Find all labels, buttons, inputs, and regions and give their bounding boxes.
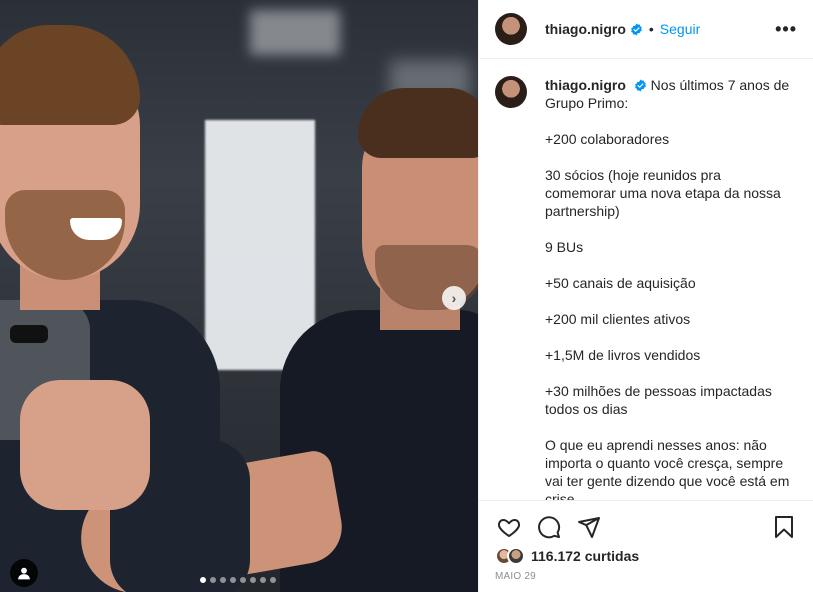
carousel-dot [270, 577, 276, 583]
heart-icon [497, 519, 521, 537]
carousel-dot [250, 577, 256, 583]
caption-text: +200 colaboradores [545, 131, 670, 147]
carousel-dot [240, 577, 246, 583]
post-details-panel: thiago.nigro • Seguir ••• thiago.nigro N… [478, 0, 813, 592]
chevron-right-icon: › [451, 290, 457, 306]
action-bar [495, 513, 798, 541]
caption-text: O que eu aprendi nesses anos: não import… [545, 437, 790, 500]
share-icon [578, 517, 600, 538]
avatar[interactable] [507, 547, 525, 565]
handshake-hands [20, 380, 150, 510]
caption: thiago.nigro Nos últimos 7 anos de Grupo… [545, 76, 790, 500]
bookmark-icon [775, 516, 793, 538]
share-button[interactable] [575, 513, 603, 541]
likes-count[interactable]: 116.172 curtidas [531, 548, 639, 564]
avatar[interactable] [495, 13, 527, 45]
likes-row: 116.172 curtidas [495, 547, 798, 565]
background-light [250, 10, 340, 55]
background-window [205, 120, 315, 370]
post-media[interactable]: › [0, 0, 478, 592]
post-date[interactable]: MAIO 29 [495, 571, 798, 582]
carousel-indicator [200, 577, 276, 583]
carousel-dot [260, 577, 266, 583]
follow-button[interactable]: Seguir [660, 21, 700, 37]
lapel-mic [10, 325, 48, 343]
username-link[interactable]: thiago.nigro [545, 21, 626, 37]
comment-icon [538, 516, 561, 539]
caption-text: +30 milhões de pessoas impactadas todos … [545, 383, 772, 417]
carousel-dot [210, 577, 216, 583]
caption-first-paragraph: thiago.nigro Nos últimos 7 anos de Grupo… [545, 76, 790, 112]
carousel-dot [230, 577, 236, 583]
caption-text: 30 sócios (hoje reunidos pra comemorar u… [545, 167, 781, 219]
caption-text: 9 BUs [545, 239, 584, 255]
comments-section[interactable]: thiago.nigro Nos últimos 7 anos de Grupo… [479, 60, 813, 500]
user-tag-icon [18, 567, 30, 580]
save-button[interactable] [770, 513, 798, 541]
comment-button[interactable] [535, 513, 563, 541]
carousel-dot [200, 577, 206, 583]
like-button[interactable] [495, 513, 523, 541]
carousel-next-button[interactable]: › [442, 286, 466, 310]
verified-badge-icon [634, 79, 646, 92]
caption-text: +50 canais de aquisição [545, 275, 696, 291]
person-right-hair [358, 88, 478, 158]
caption-text: +200 mil clientes ativos [545, 311, 691, 327]
username-link[interactable]: thiago.nigro [545, 77, 626, 93]
caption-row: thiago.nigro Nos últimos 7 anos de Grupo… [495, 76, 798, 500]
post-actions-section: 116.172 curtidas MAIO 29 [479, 500, 813, 582]
post-header: thiago.nigro • Seguir ••• [479, 0, 813, 59]
separator-dot: • [648, 21, 654, 37]
person-left-hair [0, 25, 140, 125]
carousel-dot [220, 577, 226, 583]
avatar[interactable] [495, 76, 527, 108]
more-options-button[interactable]: ••• [775, 20, 797, 38]
tagged-users-button[interactable] [10, 559, 38, 587]
verified-badge-icon [631, 23, 642, 35]
caption-text: +1,5M de livros vendidos [545, 347, 701, 363]
